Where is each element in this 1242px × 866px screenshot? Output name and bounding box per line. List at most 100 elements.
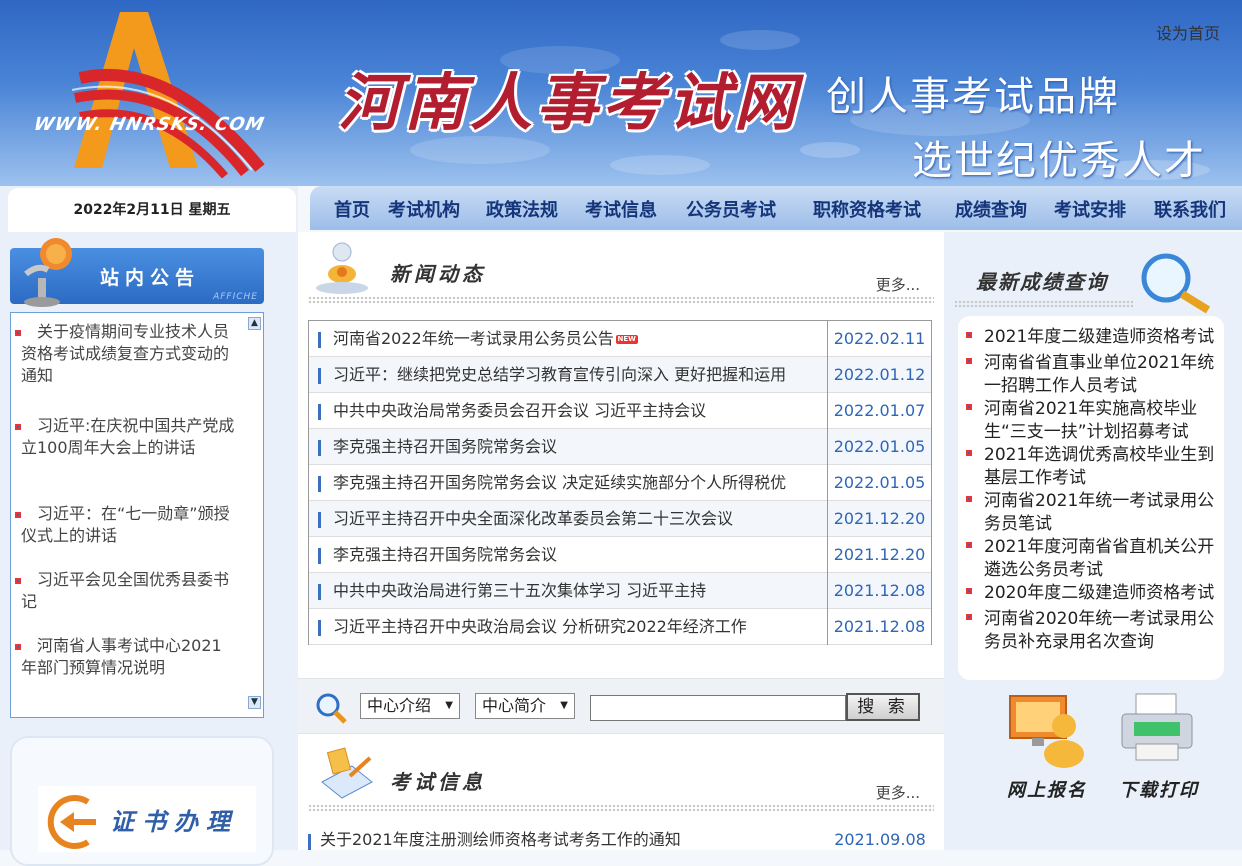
notice-item-text: 习近平:在庆祝中国共产党成立100周年大会上的讲话 — [21, 416, 235, 457]
news-section-header: 新闻动态 更多... — [298, 232, 944, 310]
main-navigation: 首页 考试机构 政策法规 考试信息 公务员考试 职称资格考试 成绩查询 考试安排… — [310, 186, 1242, 230]
score-item[interactable]: 2020年度二级建造师资格考试 — [966, 582, 1220, 605]
news-row[interactable]: 李克强主持召开国务院常务会议 2022.01.05 — [308, 429, 932, 465]
nav-exam-schedule[interactable]: 考试安排 — [1054, 196, 1126, 222]
notice-item-text: 关于疫情期间专业技术人员资格考试成绩复查方式变动的通知 — [21, 322, 230, 385]
news-row[interactable]: 习近平：继续把党史总结学习教育宣传引向深入 更好把握和运用 2022.01.12 — [308, 357, 932, 393]
score-item-text: 2020年度二级建造师资格考试 — [984, 583, 1215, 603]
bullet-icon — [15, 644, 21, 650]
nav-home[interactable]: 首页 — [334, 196, 370, 222]
score-item-text: 2021年选调优秀高校毕业生到基层工作考试 — [984, 445, 1215, 488]
news-row[interactable]: 李克强主持召开国务院常务会议 2021.12.20 — [308, 537, 932, 573]
news-title-cell[interactable]: 中共中央政治局常务委员会召开会议 习近平主持会议 — [308, 393, 828, 429]
score-section-title: 最新成绩查询 — [976, 270, 1108, 294]
nav-exam-info[interactable]: 考试信息 — [585, 196, 657, 222]
score-item[interactable]: 2021年度河南省省直机关公开遴选公务员考试 — [966, 536, 1220, 582]
notice-item[interactable]: 习近平：在“七一勋章”颁授仪式上的讲话 — [15, 503, 235, 547]
news-section-title: 新闻动态 — [390, 262, 486, 286]
online-registration-tile[interactable]: 网上报名 — [1002, 692, 1092, 802]
news-title-cell[interactable]: 中共中央政治局进行第三十五次集体学习 习近平主持 — [308, 573, 828, 609]
category-select[interactable]: 中心介绍 ▼ — [360, 693, 460, 719]
news-title-cell[interactable]: 习近平主持召开中央全面深化改革委员会第二十三次会议 — [308, 501, 828, 537]
bullet-icon — [15, 512, 21, 518]
news-title-text: 李克强主持召开国务院常务会议 决定延续实施部分个人所得税优 — [333, 473, 787, 492]
site-logo[interactable] — [20, 8, 290, 178]
notice-item[interactable]: 习近平:在庆祝中国共产党成立100周年大会上的讲话 — [15, 415, 235, 459]
download-print-tile[interactable]: 下载打印 — [1114, 692, 1204, 802]
score-item[interactable]: 河南省2020年统一考试录用公务员补充录用名次查询 — [966, 608, 1220, 654]
score-item[interactable]: 2021年选调优秀高校毕业生到基层工作考试 — [966, 444, 1220, 490]
notice-item-text: 河南省人事考试中心2021年部门预算情况说明 — [21, 636, 222, 677]
exam-info-icon — [321, 747, 373, 799]
subcategory-select[interactable]: 中心简介 ▼ — [475, 693, 575, 719]
bullet-icon — [966, 450, 972, 456]
news-date: 2022.02.11 — [828, 321, 932, 357]
exam-more-link[interactable]: 更多... — [876, 782, 920, 803]
magnifier-icon — [1141, 253, 1211, 314]
score-item[interactable]: 河南省省直事业单位2021年统一招聘工作人员考试 — [966, 352, 1220, 398]
news-row[interactable]: 习近平主持召开中央政治局会议 分析研究2022年经济工作 2021.12.08 — [308, 609, 932, 645]
logo-text: WWW. HNRSKS. COM — [31, 114, 267, 135]
exam-title-cell[interactable]: 关于2021年度注册测绘师资格考试考务工作的通知 — [308, 828, 828, 852]
news-title-text: 李克强主持召开国务院常务会议 — [333, 545, 558, 564]
row-marker — [318, 584, 321, 600]
bullet-icon — [15, 424, 21, 430]
exam-info-row[interactable]: 关于2021年度注册测绘师资格考试考务工作的通知 2021.09.08 — [308, 828, 932, 852]
row-marker — [318, 476, 321, 492]
online-registration-icon — [1009, 695, 1084, 768]
scroll-down-icon[interactable]: ▼ — [248, 696, 261, 709]
nav-contact-us[interactable]: 联系我们 — [1154, 196, 1226, 222]
bullet-icon — [966, 542, 972, 548]
news-row[interactable]: 河南省2022年统一考试录用公务员公告 NEW 2022.02.11 — [308, 321, 932, 357]
subcategory-select-value: 中心简介 — [482, 696, 547, 715]
notice-list-box[interactable]: 关于疫情期间专业技术人员资格考试成绩复查方式变动的通知 习近平:在庆祝中国共产党… — [10, 312, 264, 718]
exam-title-text: 关于2021年度注册测绘师资格考试考务工作的通知 — [320, 830, 681, 849]
score-section-header: 最新成绩查询 — [944, 238, 1242, 318]
search-input[interactable] — [590, 695, 846, 721]
news-date: 2022.01.12 — [828, 357, 932, 393]
news-row[interactable]: 李克强主持召开国务院常务会议 决定延续实施部分个人所得税优 2022.01.05 — [308, 465, 932, 501]
score-item[interactable]: 河南省2021年实施高校毕业生“三支一扶”计划招募考试 — [966, 398, 1220, 444]
set-homepage-link[interactable]: 设为首页 — [1156, 20, 1220, 44]
certificate-banner[interactable]: 证书办理 — [38, 786, 256, 852]
certificate-panel[interactable]: 证书办理 — [10, 736, 274, 866]
row-marker — [318, 440, 321, 456]
exam-section-title: 考试信息 — [390, 770, 486, 794]
news-date: 2022.01.05 — [828, 429, 932, 465]
nav-score-query[interactable]: 成绩查询 — [955, 196, 1027, 222]
score-item[interactable]: 2021年度二级建造师资格考试 — [966, 326, 1220, 349]
search-icon — [316, 693, 347, 724]
news-title-cell[interactable]: 李克强主持召开国务院常务会议 决定延续实施部分个人所得税优 — [308, 465, 828, 501]
news-more-link[interactable]: 更多... — [876, 274, 920, 295]
nav-civil-servant-exam[interactable]: 公务员考试 — [686, 196, 776, 222]
search-bar: 中心介绍 ▼ 中心简介 ▼ 搜 索 — [298, 678, 944, 734]
search-button[interactable]: 搜 索 — [846, 693, 920, 721]
score-item-text: 2021年度二级建造师资格考试 — [984, 327, 1215, 347]
online-registration-label: 网上报名 — [1007, 780, 1087, 801]
news-row[interactable]: 习近平主持召开中央全面深化改革委员会第二十三次会议 2021.12.20 — [308, 501, 932, 537]
nav-professional-qualification[interactable]: 职称资格考试 — [813, 196, 921, 222]
news-date: 2021.12.20 — [828, 501, 932, 537]
news-row[interactable]: 中共中央政治局常务委员会召开会议 习近平主持会议 2022.01.07 — [308, 393, 932, 429]
score-item[interactable]: 河南省2021年统一考试录用公务员笔试 — [966, 490, 1220, 536]
notice-item[interactable]: 河南省人事考试中心2021年部门预算情况说明 — [15, 635, 235, 679]
notice-item[interactable]: 习近平会见全国优秀县委书记 — [15, 569, 235, 613]
nav-policies[interactable]: 政策法规 — [486, 196, 558, 222]
news-title-cell[interactable]: 李克强主持召开国务院常务会议 — [308, 537, 828, 573]
scroll-up-icon[interactable]: ▲ — [248, 317, 261, 330]
score-item-text: 河南省2021年统一考试录用公务员笔试 — [984, 491, 1215, 534]
news-row[interactable]: 关于2021年度注册测绘师资格考试考务工作的通知 2021.09.08 — [308, 828, 932, 852]
score-item-text: 河南省2021年实施高校毕业生“三支一扶”计划招募考试 — [984, 399, 1198, 442]
nav-exam-institutions[interactable]: 考试机构 — [388, 196, 460, 222]
news-title-cell[interactable]: 习近平：继续把党史总结学习教育宣传引向深入 更好把握和运用 — [308, 357, 828, 393]
divider — [308, 296, 934, 304]
news-row[interactable]: 中共中央政治局进行第三十五次集体学习 习近平主持 2021.12.08 — [308, 573, 932, 609]
news-title-cell[interactable]: 李克强主持召开国务院常务会议 — [308, 429, 828, 465]
divider — [308, 804, 934, 812]
notice-item-text: 习近平会见全国优秀县委书记 — [21, 570, 230, 611]
news-title-cell[interactable]: 河南省2022年统一考试录用公务员公告 NEW — [308, 321, 828, 357]
news-title-cell[interactable]: 习近平主持召开中央政治局会议 分析研究2022年经济工作 — [308, 609, 828, 645]
news-title-text: 中共中央政治局常务委员会召开会议 习近平主持会议 — [333, 401, 707, 420]
news-date: 2021.12.20 — [828, 537, 932, 573]
notice-item[interactable]: 关于疫情期间专业技术人员资格考试成绩复查方式变动的通知 — [15, 321, 235, 387]
